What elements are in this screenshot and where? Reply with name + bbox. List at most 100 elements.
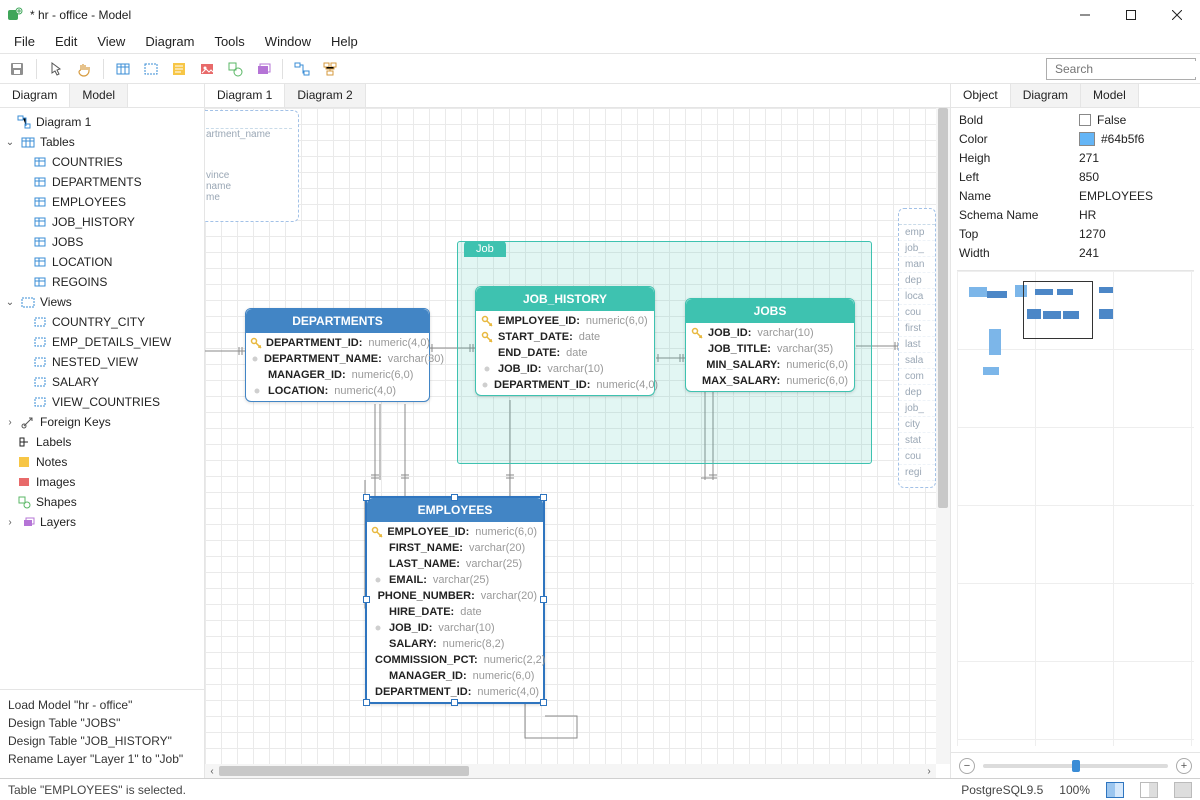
column[interactable]: LAST_NAME: varchar(25) xyxy=(367,556,543,572)
column[interactable]: EMPLOYEE_ID: numeric(6,0) xyxy=(476,313,654,329)
history-item[interactable]: Design Table "JOB_HISTORY" xyxy=(8,734,196,748)
checkbox-icon[interactable] xyxy=(1079,114,1091,126)
add-image-icon[interactable] xyxy=(194,57,220,81)
column[interactable]: JOB_ID: varchar(10) xyxy=(476,361,654,377)
tree-group-tables[interactable]: ⌄ Tables xyxy=(2,132,202,152)
tree-group-labels[interactable]: Labels xyxy=(2,432,202,452)
left-tab-model[interactable]: Model xyxy=(70,84,128,107)
maximize-button[interactable] xyxy=(1108,0,1154,30)
column[interactable]: END_DATE: date xyxy=(476,345,654,361)
tree-view-country-city[interactable]: COUNTRY_CITY xyxy=(2,312,202,332)
add-layer-icon[interactable] xyxy=(250,57,276,81)
history-item[interactable]: Rename Layer "Layer 1" to "Job" xyxy=(8,752,196,766)
tree-group-layers[interactable]: ›Layers xyxy=(2,512,202,532)
zoom-out-button[interactable]: − xyxy=(959,758,975,774)
chevron-right-icon[interactable]: › xyxy=(4,517,16,528)
column[interactable]: DEPARTMENT_ID: numeric(4,0) xyxy=(246,335,429,351)
layout-panels-both-icon[interactable] xyxy=(1174,782,1192,798)
tree-table-employees[interactable]: EMPLOYEES xyxy=(2,192,202,212)
add-note-icon[interactable] xyxy=(166,57,192,81)
hand-icon[interactable] xyxy=(71,57,97,81)
column[interactable]: MAX_SALARY: numeric(6,0) xyxy=(686,373,854,389)
scroll-right-icon[interactable]: › xyxy=(922,766,936,777)
tree-table-location[interactable]: LOCATION xyxy=(2,252,202,272)
menu-edit[interactable]: Edit xyxy=(45,32,87,51)
tree-group-images[interactable]: Images xyxy=(2,472,202,492)
add-table-icon[interactable] xyxy=(110,57,136,81)
property-row[interactable]: Left850 xyxy=(951,167,1200,186)
property-row[interactable]: Schema NameHR xyxy=(951,205,1200,224)
add-relation-icon[interactable] xyxy=(289,57,315,81)
overview-minimap[interactable] xyxy=(957,270,1194,746)
entity-job-history[interactable]: JOB_HISTORY EMPLOYEE_ID: numeric(6,0)STA… xyxy=(475,286,655,396)
column[interactable]: SALARY: numeric(8,2) xyxy=(367,636,543,652)
tree-table-regoins[interactable]: REGOINS xyxy=(2,272,202,292)
chevron-right-icon[interactable]: › xyxy=(4,417,16,428)
property-row[interactable]: BoldFalse xyxy=(951,110,1200,129)
canvas-tab-1[interactable]: Diagram 1 xyxy=(205,84,285,107)
canvas-tab-2[interactable]: Diagram 2 xyxy=(285,84,365,107)
menu-tools[interactable]: Tools xyxy=(204,32,254,51)
column[interactable]: JOB_ID: varchar(10) xyxy=(367,620,543,636)
history-item[interactable]: Design Table "JOBS" xyxy=(8,716,196,730)
chevron-down-icon[interactable]: ⌄ xyxy=(4,137,16,148)
property-value[interactable]: #64b5f6 xyxy=(1079,132,1192,146)
tree-view-salary[interactable]: SALARY xyxy=(2,372,202,392)
zoom-in-button[interactable]: + xyxy=(1176,758,1192,774)
entity-employees[interactable]: EMPLOYEES EMPLOYEE_ID: numeric(6,0)FIRST… xyxy=(365,496,545,704)
tree-table-job-history[interactable]: JOB_HISTORY xyxy=(2,212,202,232)
layout-panels-left-icon[interactable] xyxy=(1106,782,1124,798)
column[interactable]: JOB_TITLE: varchar(35) xyxy=(686,341,854,357)
column[interactable]: EMAIL: varchar(25) xyxy=(367,572,543,588)
entity-jobs[interactable]: JOBS JOB_ID: varchar(10)JOB_TITLE: varch… xyxy=(685,298,855,392)
chevron-down-icon[interactable]: ⌄ xyxy=(4,297,16,308)
model-tree[interactable]: Diagram 1 ⌄ Tables COUNTRIES DEPARTMENTS… xyxy=(0,108,204,689)
column[interactable]: MANAGER_ID: numeric(6,0) xyxy=(367,668,543,684)
zoom-slider[interactable] xyxy=(983,764,1168,768)
column[interactable]: HIRE_DATE: date xyxy=(367,604,543,620)
column[interactable]: MANAGER_ID: numeric(6,0) xyxy=(246,367,429,383)
column[interactable]: PHONE_NUMBER: varchar(20) xyxy=(367,588,543,604)
close-button[interactable] xyxy=(1154,0,1200,30)
column[interactable]: COMMISSION_PCT: numeric(2,2) xyxy=(367,652,543,668)
entity-departments[interactable]: DEPARTMENTS DEPARTMENT_ID: numeric(4,0)D… xyxy=(245,308,430,402)
canvas-vscroll[interactable] xyxy=(936,108,950,764)
column[interactable]: FIRST_NAME: varchar(20) xyxy=(367,540,543,556)
add-view-icon[interactable] xyxy=(138,57,164,81)
scroll-left-icon[interactable]: ‹ xyxy=(205,766,219,777)
menu-file[interactable]: File xyxy=(4,32,45,51)
property-value[interactable]: 241 xyxy=(1079,246,1192,260)
tree-group-shapes[interactable]: Shapes xyxy=(2,492,202,512)
column[interactable]: JOB_ID: varchar(10) xyxy=(686,325,854,341)
menu-view[interactable]: View xyxy=(87,32,135,51)
menu-help[interactable]: Help xyxy=(321,32,368,51)
add-shape-icon[interactable] xyxy=(222,57,248,81)
tree-group-notes[interactable]: Notes xyxy=(2,452,202,472)
tree-view-countries[interactable]: VIEW_COUNTRIES xyxy=(2,392,202,412)
history-item[interactable]: Load Model "hr - office" xyxy=(8,698,196,712)
column[interactable]: START_DATE: date xyxy=(476,329,654,345)
property-value[interactable]: EMPLOYEES xyxy=(1079,189,1192,203)
property-row[interactable]: Width241 xyxy=(951,243,1200,262)
layout-panels-right-icon[interactable] xyxy=(1140,782,1158,798)
menu-diagram[interactable]: Diagram xyxy=(135,32,204,51)
tree-table-countries[interactable]: COUNTRIES xyxy=(2,152,202,172)
column[interactable]: MIN_SALARY: numeric(6,0) xyxy=(686,357,854,373)
column[interactable]: EMPLOYEE_ID: numeric(6,0) xyxy=(367,524,543,540)
tree-group-foreignkeys[interactable]: ›Foreign Keys xyxy=(2,412,202,432)
column[interactable]: DEPARTMENT_ID: numeric(4,0) xyxy=(367,684,543,700)
column[interactable]: LOCATION: numeric(4,0) xyxy=(246,383,429,399)
property-row[interactable]: Top1270 xyxy=(951,224,1200,243)
color-swatch-icon[interactable] xyxy=(1079,132,1095,146)
tree-view-nested[interactable]: NESTED_VIEW xyxy=(2,352,202,372)
column[interactable]: DEPARTMENT_ID: numeric(4,0) xyxy=(476,377,654,393)
tree-view-emp-details[interactable]: EMP_DETAILS_VIEW xyxy=(2,332,202,352)
column[interactable]: DEPARTMENT_NAME: varchar(30) xyxy=(246,351,429,367)
search-box[interactable] xyxy=(1046,58,1196,80)
right-tab-object[interactable]: Object xyxy=(951,84,1011,107)
tree-group-views[interactable]: ⌄ Views xyxy=(2,292,202,312)
tree-table-jobs[interactable]: JOBS xyxy=(2,232,202,252)
property-row[interactable]: NameEMPLOYEES xyxy=(951,186,1200,205)
save-icon[interactable] xyxy=(4,57,30,81)
property-value[interactable]: 271 xyxy=(1079,151,1192,165)
